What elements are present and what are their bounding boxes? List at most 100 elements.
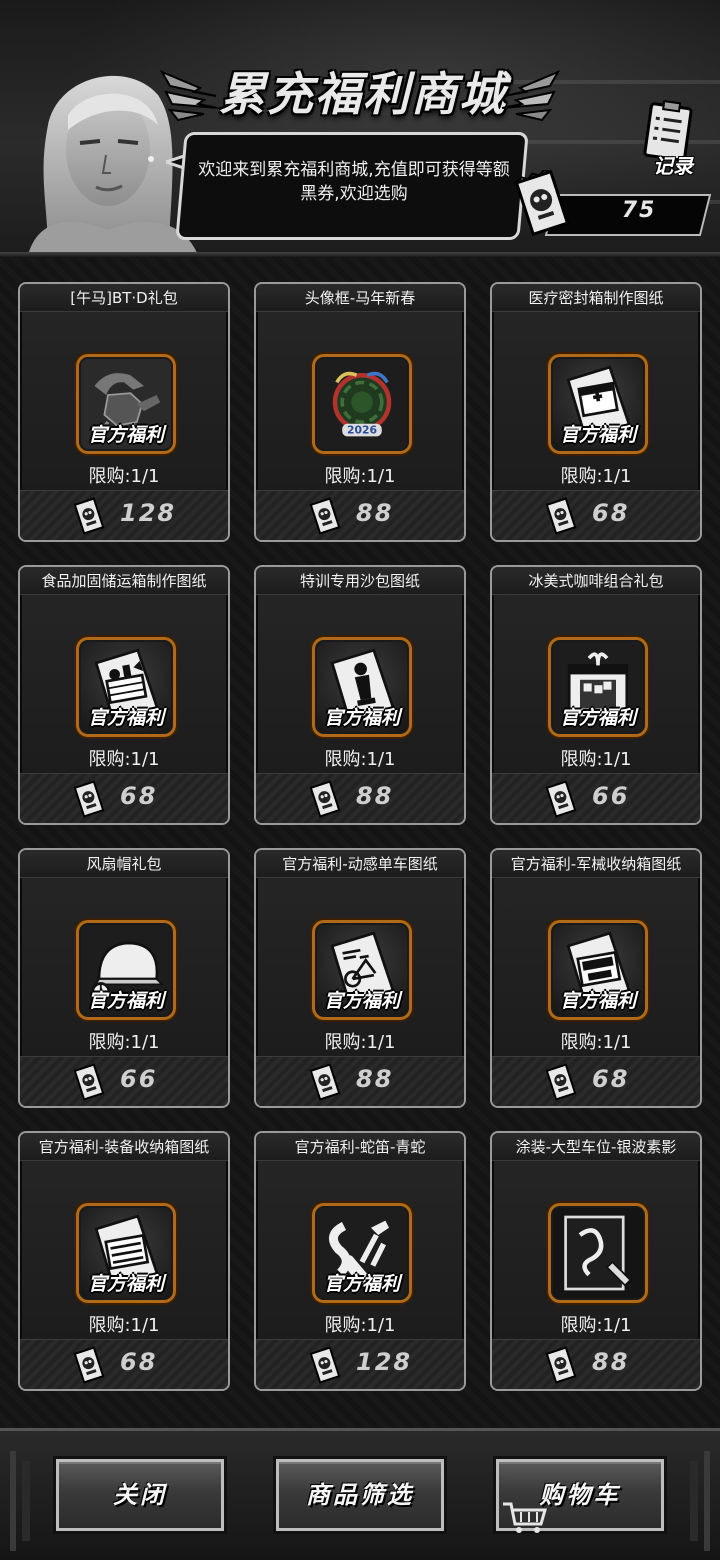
official-welfare-badge: 官方福利 (87, 990, 164, 1012)
product-name: 官方福利-军械收纳箱图纸 (492, 850, 700, 878)
product-image (551, 1206, 645, 1300)
black-ticket-icon (73, 497, 105, 535)
side-rail-right (690, 1451, 710, 1551)
official-welfare-badge: 官方福利 (323, 990, 400, 1012)
purchase-limit: 限购:1/1 (560, 1315, 632, 1336)
record-button[interactable]: 记录 (628, 100, 708, 180)
purchase-limit: 限购:1/1 (324, 1315, 396, 1336)
product-price: 68 (592, 499, 630, 527)
black-ticket-icon (545, 497, 577, 535)
black-ticket-icon (309, 1063, 341, 1101)
product-card[interactable]: 冰美式咖啡组合礼包 官方福利 限购:1/1 66 (490, 565, 702, 825)
product-image-frame: 官方福利 (548, 354, 648, 454)
avatar-frame-2026-icon: 2026 (317, 359, 407, 449)
official-welfare-badge: 官方福利 (87, 707, 164, 729)
product-name: 官方福利-装备收纳箱图纸 (20, 1133, 228, 1161)
product-image-frame: 官方福利 (548, 920, 648, 1020)
product-card[interactable]: 医疗密封箱制作图纸 官方福利 限购:1/1 68 (490, 282, 702, 542)
official-welfare-badge: 官方福利 (87, 424, 164, 446)
product-price: 88 (356, 1065, 394, 1093)
product-image: 官方福利 (551, 357, 645, 451)
close-button[interactable]: 关闭 (56, 1459, 224, 1531)
product-card[interactable]: 涂装-大型车位-银波素影 限购:1/1 88 (490, 1131, 702, 1391)
official-welfare-badge: 官方福利 (87, 1273, 164, 1295)
product-price: 68 (120, 1348, 158, 1376)
product-image: 官方福利 (551, 640, 645, 734)
price-bar: 66 (492, 773, 700, 823)
product-name: 涂装-大型车位-银波素影 (492, 1133, 700, 1161)
price-bar: 88 (492, 1339, 700, 1389)
purchase-limit: 限购:1/1 (324, 749, 396, 770)
product-image: 官方福利 (315, 923, 409, 1017)
official-welfare-badge: 官方福利 (559, 424, 636, 446)
product-card[interactable]: 官方福利-装备收纳箱图纸 官方福利 限购:1/1 68 (18, 1131, 230, 1391)
product-image-frame: 官方福利 (312, 1203, 412, 1303)
purchase-limit: 限购:1/1 (88, 466, 160, 487)
black-ticket-icon (545, 1346, 577, 1384)
title-banner: 累充福利商城 (160, 52, 560, 132)
product-image: 官方福利 (79, 640, 173, 734)
official-welfare-badge: 官方福利 (559, 990, 636, 1012)
purchase-limit: 限购:1/1 (324, 1032, 396, 1053)
purchase-limit: 限购:1/1 (560, 466, 632, 487)
product-grid[interactable]: [午马]BT·D礼包 官方福利 限购:1/1 128 头像框-马年新春 2026… (0, 258, 720, 1428)
product-name: 风扇帽礼包 (20, 850, 228, 878)
price-bar: 66 (20, 1056, 228, 1106)
price-bar: 128 (256, 1339, 464, 1389)
purchase-limit: 限购:1/1 (88, 749, 160, 770)
black-ticket-icon (73, 1063, 105, 1101)
page-title: 累充福利商城 (219, 67, 507, 121)
bottom-toolbar: 关闭 商品筛选 购物车 (0, 1428, 720, 1560)
product-card[interactable]: 官方福利-动感单车图纸 官方福利 限购:1/1 88 (254, 848, 466, 1108)
price-bar: 88 (256, 490, 464, 540)
product-card[interactable]: 风扇帽礼包 官方福利 限购:1/1 66 (18, 848, 230, 1108)
product-image-frame: 官方福利 (76, 920, 176, 1020)
cart-label: 购物车 (539, 1481, 621, 1509)
paint-skin-icon (553, 1208, 643, 1298)
black-ticket-icon (514, 170, 570, 236)
official-welfare-badge: 官方福利 (323, 707, 400, 729)
official-welfare-badge: 官方福利 (559, 707, 636, 729)
product-price: 88 (356, 499, 394, 527)
product-price: 68 (592, 1065, 630, 1093)
product-price: 128 (120, 499, 177, 527)
black-ticket-icon (545, 780, 577, 818)
price-bar: 88 (256, 1056, 464, 1106)
product-image: 官方福利 (79, 923, 173, 1017)
purchase-limit: 限购:1/1 (88, 1032, 160, 1053)
cart-button[interactable]: 购物车 (496, 1459, 664, 1533)
product-price: 88 (356, 782, 394, 810)
product-price: 128 (356, 1348, 413, 1376)
black-ticket-icon (309, 497, 341, 535)
product-image-frame: 官方福利 (312, 920, 412, 1020)
product-name: 特训专用沙包图纸 (256, 567, 464, 595)
side-rail-left (10, 1451, 30, 1551)
shopping-cart-icon (503, 1502, 547, 1533)
product-name: 官方福利-蛇笛-青蛇 (256, 1133, 464, 1161)
product-name: 医疗密封箱制作图纸 (492, 284, 700, 312)
black-ticket-icon (309, 1346, 341, 1384)
price-bar: 68 (492, 490, 700, 540)
product-image-frame: 官方福利 (312, 637, 412, 737)
black-ticket-icon (545, 1063, 577, 1101)
filter-button[interactable]: 商品筛选 (276, 1459, 444, 1531)
product-name: 食品加固储运箱制作图纸 (20, 567, 228, 595)
product-image: 官方福利 (315, 640, 409, 734)
product-price: 66 (120, 1065, 158, 1093)
price-bar: 68 (492, 1056, 700, 1106)
purchase-limit: 限购:1/1 (88, 1315, 160, 1336)
product-image-frame (548, 1203, 648, 1303)
product-price: 68 (120, 782, 158, 810)
product-card[interactable]: 特训专用沙包图纸 官方福利 限购:1/1 88 (254, 565, 466, 825)
product-card[interactable]: 官方福利-蛇笛-青蛇 官方福利 限购:1/1 128 (254, 1131, 466, 1391)
product-card[interactable]: 官方福利-军械收纳箱图纸 官方福利 限购:1/1 68 (490, 848, 702, 1108)
product-card[interactable]: 食品加固储运箱制作图纸 官方福利 限购:1/1 68 (18, 565, 230, 825)
purchase-limit: 限购:1/1 (324, 466, 396, 487)
product-card[interactable]: [午马]BT·D礼包 官方福利 限购:1/1 128 (18, 282, 230, 542)
product-image-frame: 官方福利 (548, 637, 648, 737)
product-card[interactable]: 头像框-马年新春 2026 限购:1/1 88 (254, 282, 466, 542)
balance-value: 75 (621, 198, 657, 223)
product-image-frame: 官方福利 (76, 354, 176, 454)
purchase-limit: 限购:1/1 (560, 749, 632, 770)
product-name: 头像框-马年新春 (256, 284, 464, 312)
